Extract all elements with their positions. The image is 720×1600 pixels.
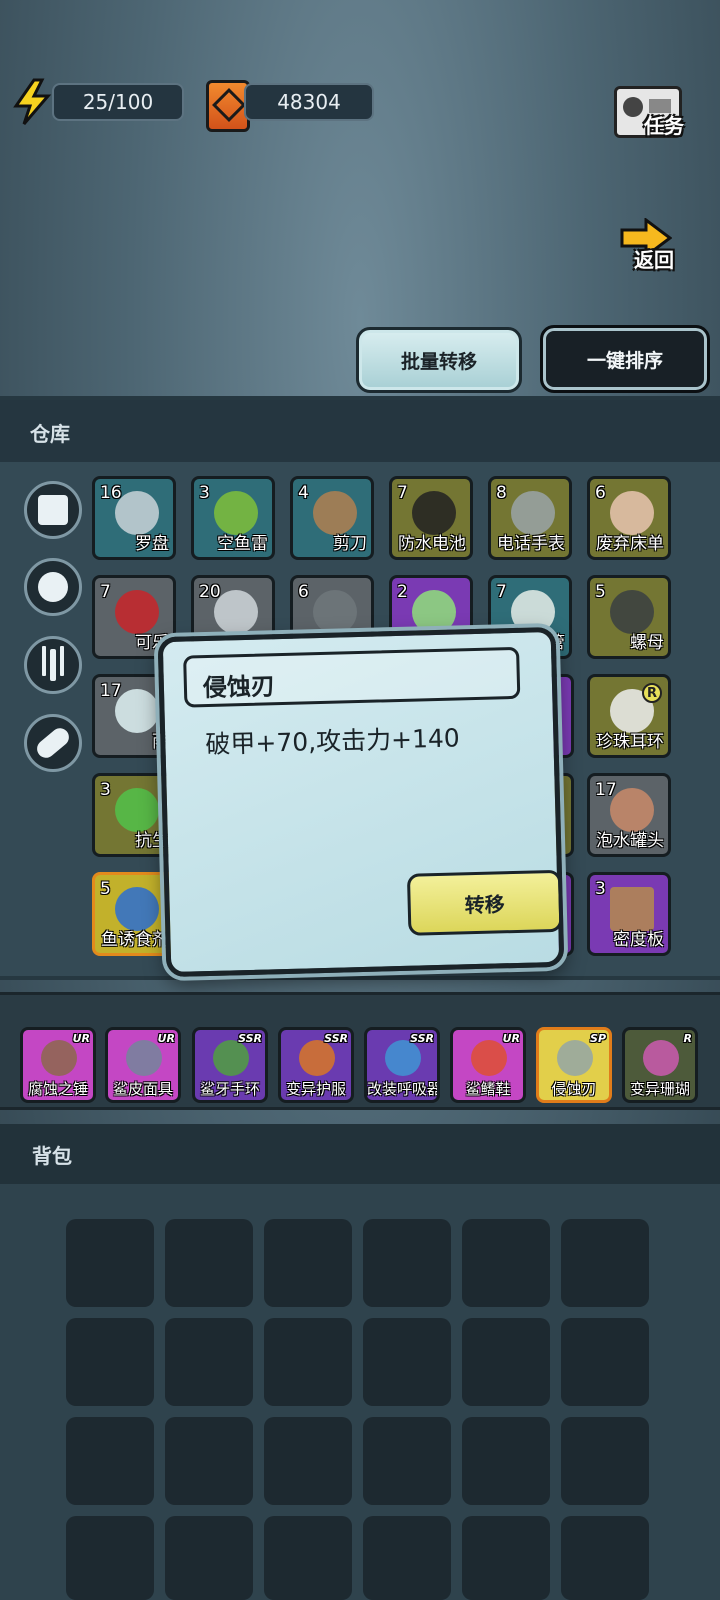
- warehouse-item[interactable]: 3 密度板: [587, 872, 671, 956]
- equipment-slot[interactable]: SSR 改装呼吸器: [364, 1027, 440, 1103]
- energy-bar: 25/100: [52, 83, 184, 121]
- backpack-slot[interactable]: [462, 1417, 550, 1505]
- can-icon: [38, 572, 68, 602]
- warehouse-item[interactable]: 17 泡水罐头: [587, 773, 671, 857]
- backpack-slot[interactable]: [66, 1318, 154, 1406]
- hammer-icon: [41, 1040, 77, 1076]
- backpack-slot[interactable]: [66, 1219, 154, 1307]
- fin-shoes-icon: [471, 1040, 507, 1076]
- rarity-badge: R: [642, 683, 662, 703]
- item-detail-popup: 侵蚀刃 破甲+70,攻击力+140 转移: [157, 626, 565, 978]
- warehouse-item[interactable]: 8 电话手表: [488, 476, 572, 560]
- backpack-slot[interactable]: [561, 1417, 649, 1505]
- backpack-slot[interactable]: [165, 1516, 253, 1600]
- backpack-slot[interactable]: [363, 1417, 451, 1505]
- screw-icon: [313, 590, 357, 634]
- coral-icon: [643, 1040, 679, 1076]
- backpack-slot[interactable]: [561, 1219, 649, 1307]
- blade-icon: [557, 1040, 593, 1076]
- protective-suit-icon: [299, 1040, 335, 1076]
- popup-title-box: 侵蚀刃: [183, 646, 521, 708]
- backpack-slot[interactable]: [561, 1516, 649, 1600]
- equipment-slot[interactable]: UR 鲨鳍鞋: [450, 1027, 526, 1103]
- backpack-slot[interactable]: [363, 1318, 451, 1406]
- mission-label: 任务: [644, 114, 684, 138]
- test-tube-icon: [412, 590, 456, 634]
- respirator-icon: [385, 1040, 421, 1076]
- warehouse-item[interactable]: 16 罗盘: [92, 476, 176, 560]
- backpack-slot[interactable]: [561, 1318, 649, 1406]
- backpack-slot[interactable]: [66, 1516, 154, 1600]
- fuel-bar: 48304: [244, 83, 374, 121]
- warehouse-item[interactable]: 7 防水电池: [389, 476, 473, 560]
- back-button[interactable]: 返回: [634, 244, 674, 273]
- backpack-slot[interactable]: [363, 1219, 451, 1307]
- transfer-button[interactable]: 转移: [406, 869, 563, 936]
- warehouse-item[interactable]: 3 空鱼雷: [191, 476, 275, 560]
- fork-icon: [50, 649, 56, 681]
- warehouse-header: 仓库: [0, 400, 720, 462]
- backpack-slot[interactable]: [462, 1516, 550, 1600]
- warehouse-item[interactable]: R 珍珠耳环: [587, 674, 671, 758]
- shark-tooth-bracelet-icon: [213, 1040, 249, 1076]
- backpack-slot[interactable]: [462, 1219, 550, 1307]
- backpack-slot[interactable]: [462, 1318, 550, 1406]
- warehouse-item[interactable]: 5 螺母: [587, 575, 671, 659]
- filter-cube-button[interactable]: [24, 481, 82, 539]
- backpack-slot[interactable]: [66, 1417, 154, 1505]
- popup-title: 侵蚀刃: [202, 672, 276, 703]
- backpack-slot[interactable]: [264, 1417, 352, 1505]
- backpack-slot[interactable]: [264, 1516, 352, 1600]
- warehouse-item[interactable]: 6 废弃床单: [587, 476, 671, 560]
- filter-can-button[interactable]: [24, 558, 82, 616]
- equipment-slot[interactable]: UR 腐蚀之锤: [20, 1027, 96, 1103]
- filter-fork-button[interactable]: [24, 636, 82, 694]
- warehouse-title: 仓库: [30, 422, 70, 446]
- batch-transfer-button[interactable]: 批量转移: [356, 327, 522, 393]
- equipment-slot[interactable]: SSR 鲨牙手环: [192, 1027, 268, 1103]
- backpack-header: 背包: [0, 1124, 720, 1184]
- warehouse-item[interactable]: 4 剪刀: [290, 476, 374, 560]
- backpack-slot[interactable]: [165, 1417, 253, 1505]
- backpack-slot[interactable]: [363, 1516, 451, 1600]
- shark-mask-icon: [126, 1040, 162, 1076]
- cube-icon: [38, 495, 68, 525]
- popup-description: 破甲+70,攻击力+140: [205, 723, 461, 760]
- equipment-slot[interactable]: UR 鲨皮面具: [105, 1027, 181, 1103]
- one-key-sort-button[interactable]: 一键排序: [540, 325, 710, 393]
- fuel-value: 48304: [277, 90, 341, 114]
- mission-button[interactable]: 任务: [610, 72, 700, 142]
- energy-bolt-icon: [13, 78, 52, 125]
- backpack-slot[interactable]: [165, 1219, 253, 1307]
- pill-icon: [33, 724, 73, 762]
- filter-pill-button[interactable]: [24, 714, 82, 772]
- equipment-slot[interactable]: SSR 变异护服: [278, 1027, 354, 1103]
- backpack-slot[interactable]: [264, 1219, 352, 1307]
- backpack-slot[interactable]: [165, 1318, 253, 1406]
- equipment-slot-selected[interactable]: SP 侵蚀刃: [536, 1027, 612, 1103]
- equipment-slot[interactable]: R 变异珊瑚: [622, 1027, 698, 1103]
- backpack-title: 背包: [32, 1144, 72, 1168]
- backpack-slot[interactable]: [264, 1318, 352, 1406]
- energy-value: 25/100: [82, 90, 154, 114]
